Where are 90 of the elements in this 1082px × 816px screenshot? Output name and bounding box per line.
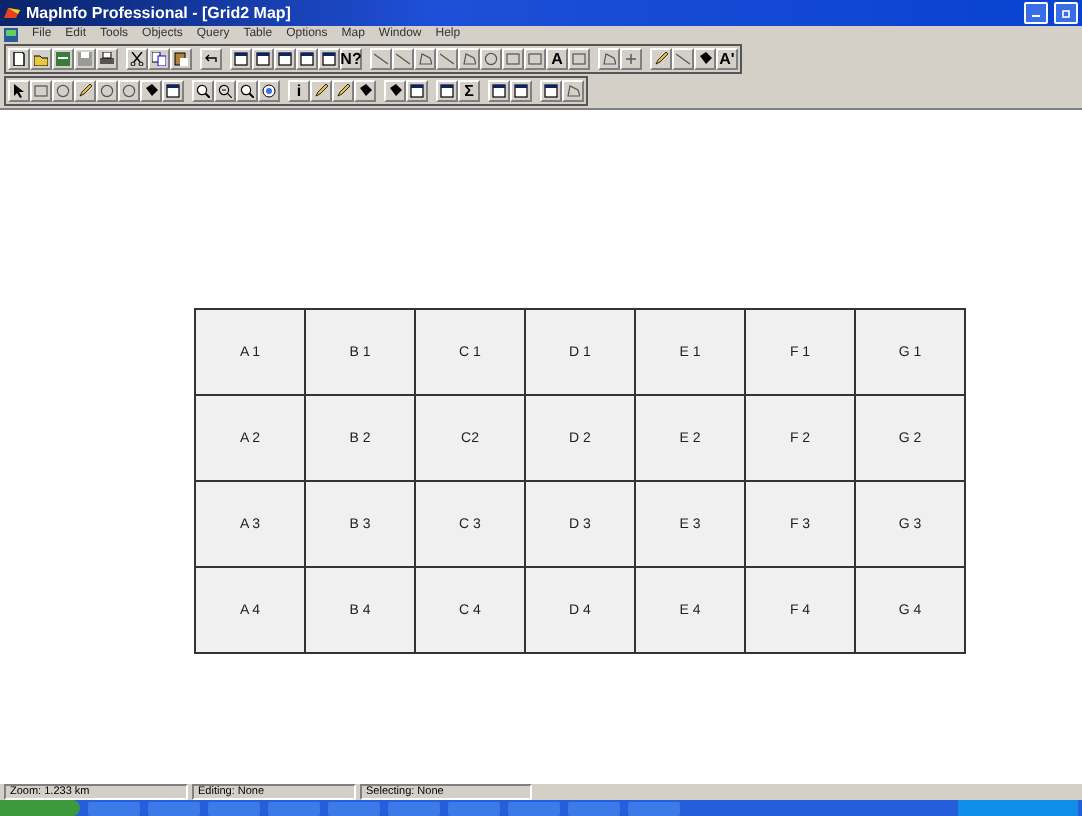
- toolbar-button[interactable]: [406, 80, 428, 102]
- toolbar-button[interactable]: [52, 80, 74, 102]
- toolbar-button[interactable]: [274, 48, 296, 70]
- toolbar-button[interactable]: [562, 80, 584, 102]
- toolbar-button[interactable]: [170, 48, 192, 70]
- copy-icon: [152, 52, 166, 66]
- undo-icon: [204, 52, 218, 66]
- toolbar-button[interactable]: [488, 80, 510, 102]
- toolbar-button[interactable]: i: [288, 80, 310, 102]
- pointer-icon: [12, 84, 26, 98]
- clipboard-icon: [174, 52, 188, 66]
- polygon-icon: [462, 52, 476, 66]
- toolbar-button[interactable]: [252, 48, 274, 70]
- window-icon: [544, 84, 558, 98]
- line-icon: [396, 52, 410, 66]
- window-icon: [514, 84, 528, 98]
- window-icon: [410, 84, 424, 98]
- toolbar-button[interactable]: [236, 80, 258, 102]
- toolbar-button[interactable]: [118, 80, 140, 102]
- toolbar-button[interactable]: [140, 80, 162, 102]
- toolbar-button[interactable]: [310, 80, 332, 102]
- circle-icon: [100, 84, 114, 98]
- toolbar-button[interactable]: [8, 48, 30, 70]
- toolbar-button[interactable]: [96, 80, 118, 102]
- toolbar-button[interactable]: [126, 48, 148, 70]
- window-icon: [440, 84, 454, 98]
- toolbar-button[interactable]: [200, 48, 222, 70]
- window-icon: [234, 52, 248, 66]
- line-icon: [676, 52, 690, 66]
- window-icon: [256, 52, 270, 66]
- toolbar-button[interactable]: [96, 48, 118, 70]
- toolbar-button[interactable]: [540, 80, 562, 102]
- toolbar-button[interactable]: [384, 80, 406, 102]
- toolbar-button[interactable]: [436, 80, 458, 102]
- polygon-icon: [602, 52, 616, 66]
- toolbar-button[interactable]: [510, 80, 532, 102]
- document-icon: [4, 27, 18, 41]
- app-icon: [4, 6, 20, 20]
- window-icon: [166, 84, 180, 98]
- toolbar-button[interactable]: Σ: [458, 80, 480, 102]
- circle-icon: [56, 84, 70, 98]
- polygon-icon: [566, 84, 580, 98]
- restore-icon: [1061, 8, 1071, 18]
- toolbar-button[interactable]: N?: [340, 48, 362, 70]
- pen-icon: [654, 52, 668, 66]
- circle-icon: [484, 52, 498, 66]
- start-button[interactable]: [0, 800, 80, 816]
- toolbar-button[interactable]: [74, 80, 96, 102]
- toolbar-button[interactable]: [296, 48, 318, 70]
- toolbar-button[interactable]: A': [716, 48, 738, 70]
- toolbar-button[interactable]: [694, 48, 716, 70]
- minimize-button[interactable]: [1024, 2, 1048, 24]
- toolbar-button[interactable]: [148, 48, 170, 70]
- window-icon: [278, 52, 292, 66]
- pen-icon: [78, 84, 92, 98]
- toolbar-button[interactable]: [318, 48, 340, 70]
- toolbar-button[interactable]: [8, 80, 30, 102]
- window-icon: [322, 52, 336, 66]
- toolbar-button[interactable]: [214, 80, 236, 102]
- toolbar-button[interactable]: [332, 80, 354, 102]
- magnifier-icon: [218, 84, 232, 98]
- toolbar-button[interactable]: [650, 48, 672, 70]
- scissors-icon: [130, 52, 144, 66]
- magnifier-icon: [196, 84, 210, 98]
- line-icon: [374, 52, 388, 66]
- toolbar-button[interactable]: [354, 80, 376, 102]
- toolbar-button[interactable]: A: [546, 48, 568, 70]
- rectangle-icon: [572, 52, 586, 66]
- toolbar-button[interactable]: [480, 48, 502, 70]
- window-icon: [492, 84, 506, 98]
- toolbar-button[interactable]: [414, 48, 436, 70]
- magnifier-icon: [240, 84, 254, 98]
- line-icon: [440, 52, 454, 66]
- page-icon: [12, 52, 26, 66]
- printer-icon: [100, 52, 114, 66]
- toolbar-button[interactable]: [192, 80, 214, 102]
- window-title: MapInfo Professional - [Grid2 Map]: [26, 4, 293, 22]
- window-icon: [300, 52, 314, 66]
- circle-icon: [122, 84, 136, 98]
- restore-button[interactable]: [1054, 2, 1078, 24]
- rectangle-icon: [34, 84, 48, 98]
- toolbar-button[interactable]: [458, 48, 480, 70]
- toolbar-button[interactable]: [230, 48, 252, 70]
- plus-icon: [624, 52, 638, 66]
- toolbar-button[interactable]: [598, 48, 620, 70]
- system-tray: [958, 800, 1078, 816]
- toolbar-button[interactable]: [258, 80, 280, 102]
- folder-icon: [34, 52, 48, 66]
- polygon-icon: [418, 52, 432, 66]
- toolbar-button[interactable]: [162, 80, 184, 102]
